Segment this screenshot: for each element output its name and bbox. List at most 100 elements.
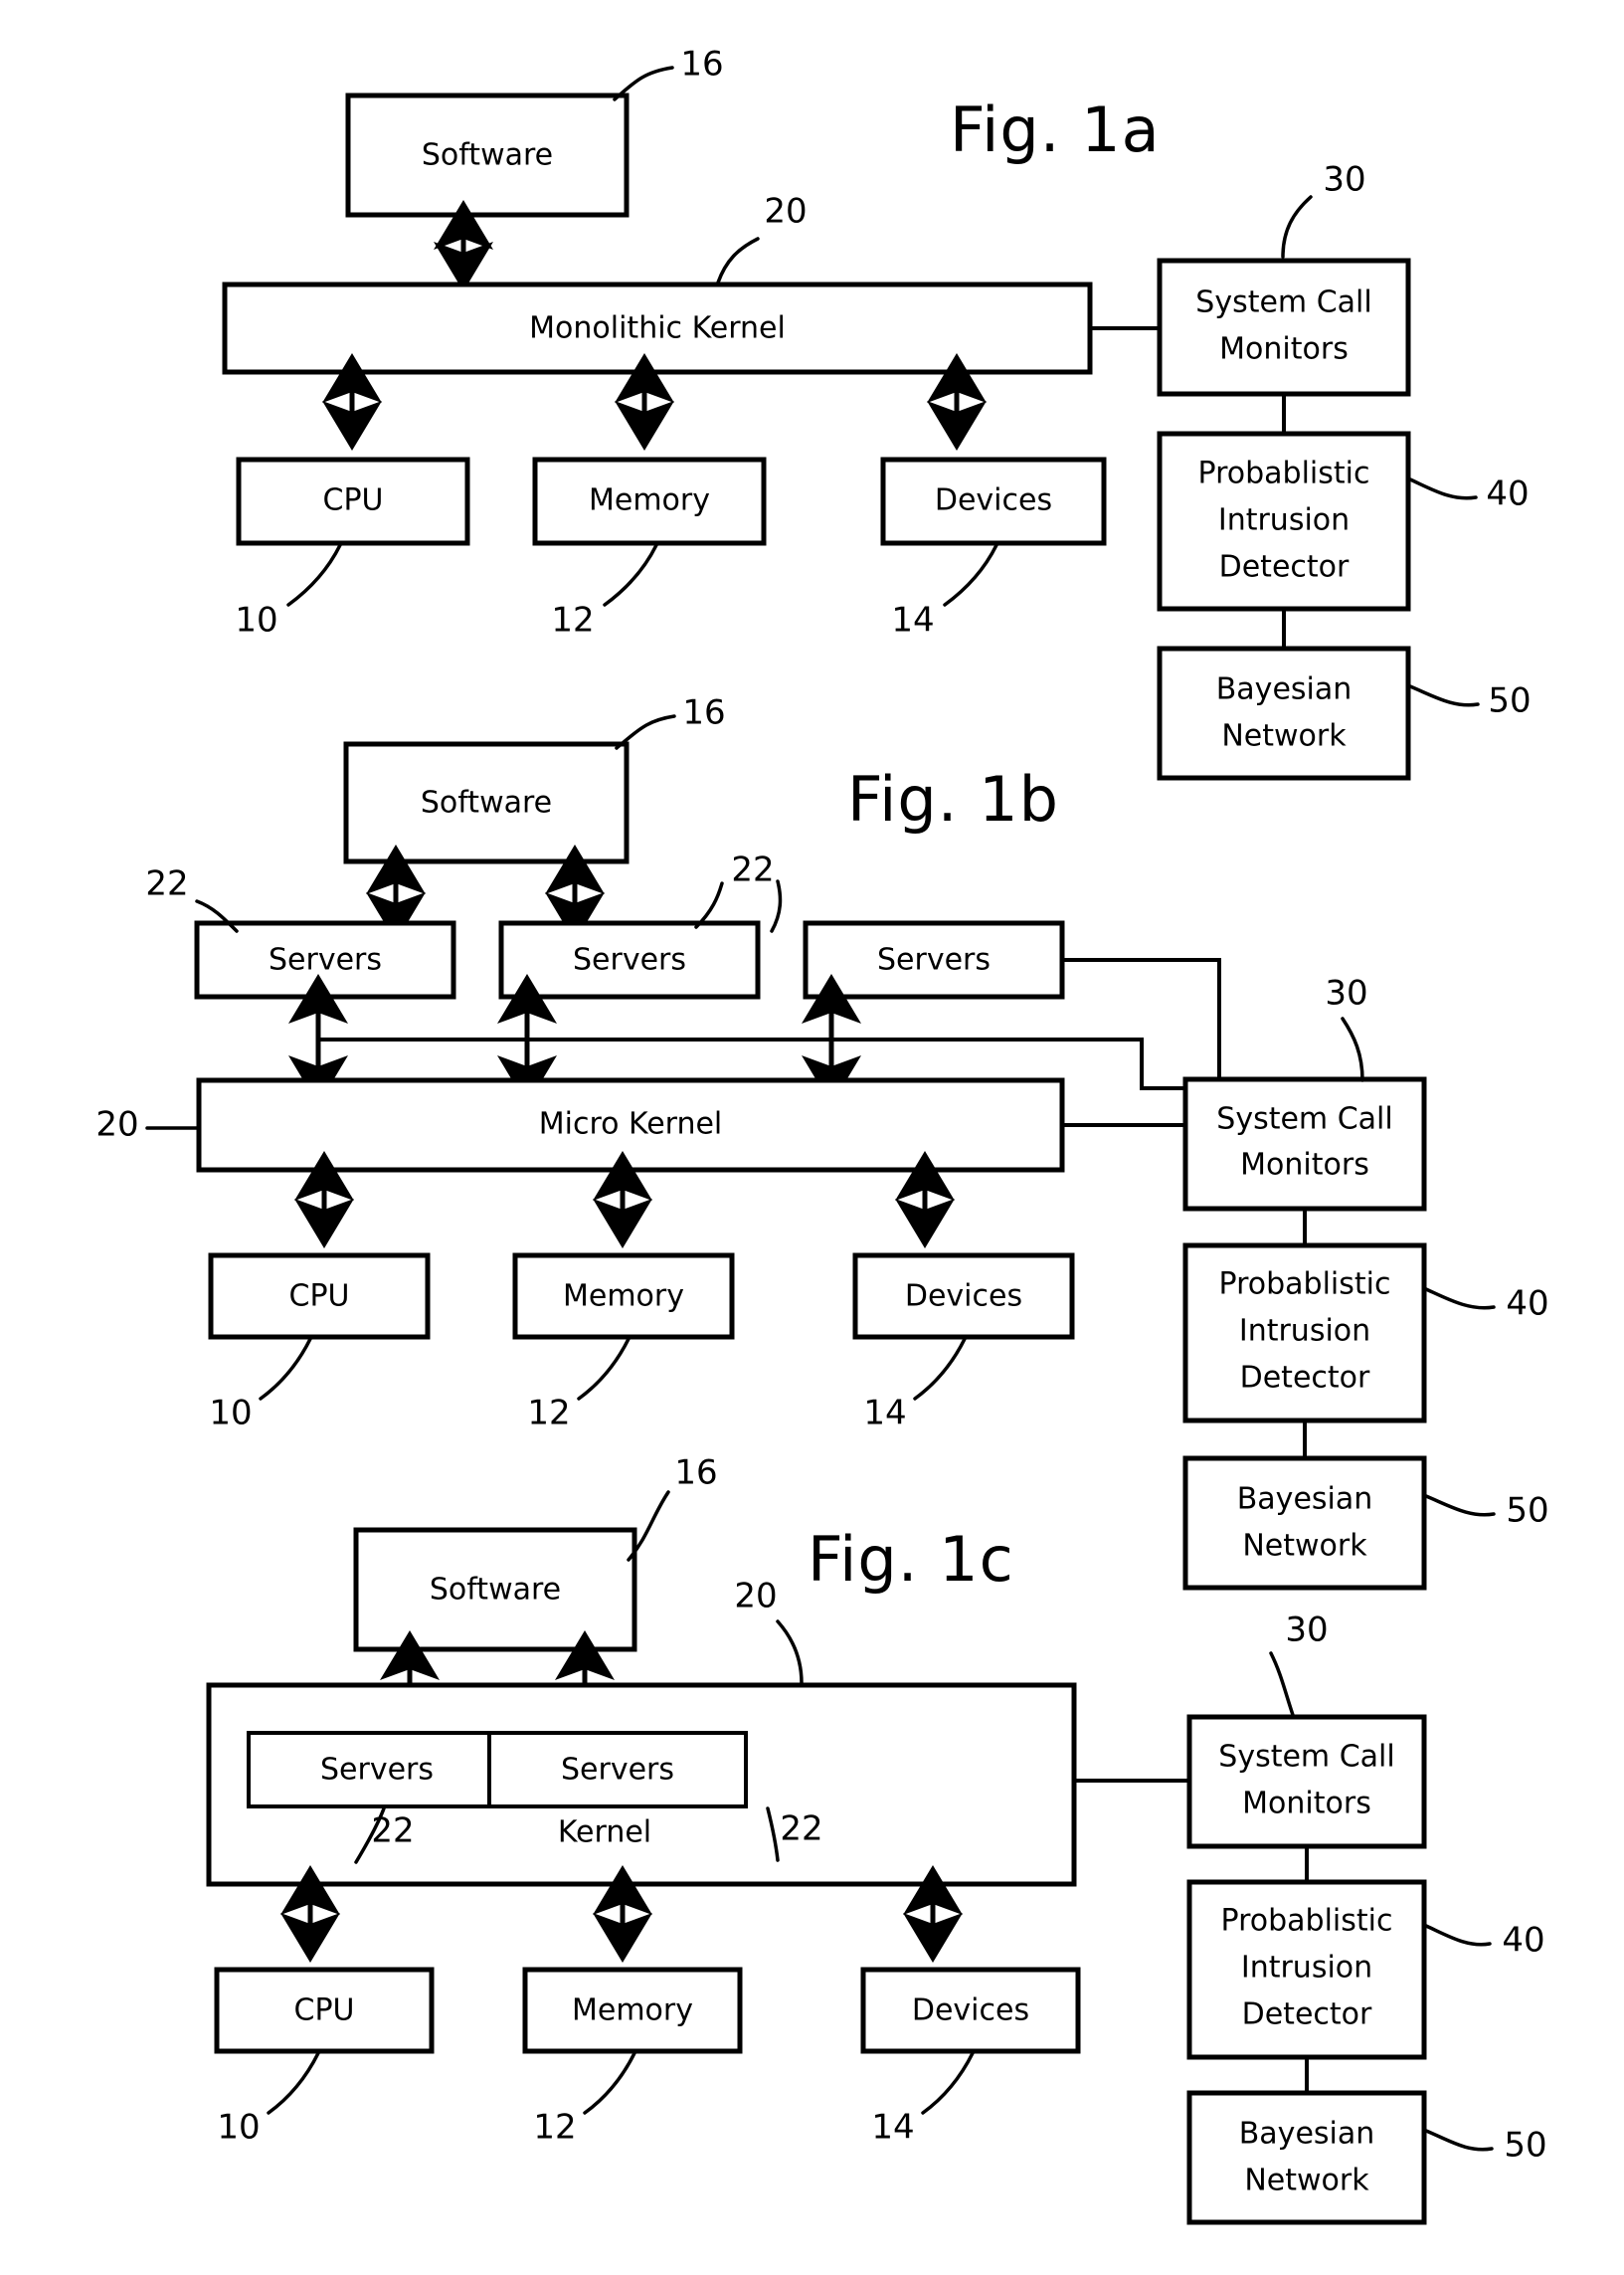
fig-1b-pid-label-line2: Intrusion [1239,1314,1370,1349]
fig-1c-servers-2-label: Servers [561,1753,674,1788]
fig-1b-system-call-monitors-box [1182,1076,1427,1212]
fig-1c-scm-label-line2: Monitors [1242,1787,1371,1821]
fig-1a-software-label: Software [422,138,553,173]
fig-1b-software-label: Software [421,786,552,821]
fig-1b-scm-label-line1: System Call [1216,1102,1392,1137]
fig-1b-memory-ref: 12 [527,1394,570,1433]
fig-1b-pid-ref: 40 [1506,1284,1548,1324]
fig-1a-kernel-leader [716,237,760,284]
fig-1b-bn-leader [1424,1494,1496,1517]
fig-1c-servers-1-label: Servers [320,1753,434,1788]
fig-1b-cpu-label: CPU [289,1279,350,1314]
fig-1b-pid-label-line3: Detector [1240,1361,1370,1396]
fig-1c-memory-leader [583,2051,636,2115]
fig-1c-devices-label: Devices [912,1993,1029,2028]
fig-1b-servers-1-ref: 22 [145,864,188,904]
fig-1a-devices-ref: 14 [891,601,934,641]
fig-1b-software-ref: 16 [682,693,725,733]
fig-1c-scm-ref: 30 [1285,1611,1328,1650]
fig-1b-bn-ref: 50 [1506,1491,1548,1531]
fig-1b-servers-2-label: Servers [573,943,686,978]
fig-1a-bayesian-network-box [1157,646,1411,781]
fig-1a-scm-label-line1: System Call [1195,285,1371,320]
fig-1c-pid-leader [1424,1924,1492,1947]
fig-1c-devices-ref: 14 [871,2108,914,2148]
fig-1a-pid-leader [1408,477,1478,500]
fig-1a-bn-label-line2: Network [1221,719,1347,754]
fig-1a-bn-leader [1408,684,1480,707]
fig-1c-software-label: Software [430,1573,561,1608]
fig-1b-devices-label: Devices [905,1279,1022,1314]
fig-1c-memory-ref: 12 [533,2108,576,2148]
fig-1c-cpu-label: CPU [294,1993,355,2028]
fig-1c-pid-label-line3: Detector [1242,1997,1372,2032]
fig-1c-bayesian-network-box [1186,2090,1427,2225]
fig-1c-bn-label-line1: Bayesian [1239,2117,1375,2152]
fig-1a-pid-label-line1: Probablistic [1198,457,1370,491]
fig-1c-servers-1-ref: 22 [371,1811,414,1851]
fig-1a-monolithic-kernel-label: Monolithic Kernel [529,311,786,346]
fig-1b-servers-2-ref: 22 [731,851,774,890]
fig-1b-bayesian-network-box [1182,1455,1427,1591]
fig-1c-bn-ref: 50 [1504,2126,1546,2166]
fig-1c-kernel-leader [776,1619,804,1685]
fig-1b-cpu-ref: 10 [209,1394,252,1433]
fig-1b-pid-leader [1424,1287,1496,1310]
fig-1b-title: Fig. 1b [847,763,1059,836]
fig-1a-pid-label-line2: Intrusion [1218,503,1350,538]
fig-1b-servers-1-label: Servers [269,943,382,978]
fig-1c-title: Fig. 1c [808,1523,1014,1596]
fig-1c-cpu-ref: 10 [217,2108,260,2148]
fig-1c-system-call-monitors-box [1186,1714,1427,1849]
fig-1b-micro-kernel-label: Micro Kernel [539,1107,723,1142]
patent-figure-sheet: Fig. 1a Software 16 Monolithic Kernel 20… [0,0,1624,2275]
fig-1a-title: Fig. 1a [950,94,1161,166]
fig-1c-memory-label: Memory [572,1993,693,2028]
fig-1b-scm-ref: 30 [1325,974,1367,1014]
fig-1b: Fig. 1b Software 16 Servers 22 Servers 2… [95,693,1549,1591]
fig-1a-scm-label-line2: Monitors [1219,332,1349,367]
fig-1b-bn-label-line2: Network [1242,1529,1367,1564]
fig-1c-kernel-ref: 20 [734,1577,777,1616]
fig-1a: Fig. 1a Software 16 Monolithic Kernel 20… [222,45,1532,781]
fig-1c-cpu-leader [267,2051,320,2115]
fig-1a-memory-leader [603,543,658,607]
fig-1b-servers-3-label: Servers [877,943,991,978]
fig-1c-kernel-label: Kernel [558,1815,651,1850]
fig-1c-devices-leader [921,2051,975,2115]
fig-1c-software-leader [627,1490,670,1562]
fig-1a-system-call-monitors-box [1157,258,1411,397]
fig-1a-software-ref: 16 [680,45,723,85]
fig-1a-memory-ref: 12 [551,601,594,641]
fig-1b-memory-label: Memory [563,1279,684,1314]
fig-1c-scm-leader [1269,1651,1295,1717]
fig-1c-servers-2-ref: 22 [780,1809,822,1849]
fig-1a-cpu-ref: 10 [235,601,277,641]
fig-1a-scm-ref: 30 [1323,160,1365,200]
fig-1c-pid-ref: 40 [1502,1921,1544,1961]
fig-1c-software-ref: 16 [674,1453,717,1493]
fig-1a-pid-ref: 40 [1486,474,1529,514]
figure-canvas: Fig. 1a Software 16 Monolithic Kernel 20… [95,45,1549,2225]
fig-1a-cpu-leader [286,543,342,607]
fig-1c-bn-label-line2: Network [1244,2164,1369,2198]
fig-1b-devices-leader [913,1337,967,1401]
fig-1b-memory-leader [577,1337,631,1401]
fig-1b-scm-label-line2: Monitors [1240,1148,1369,1183]
fig-1b-micro-kernel-ref: 20 [95,1105,138,1145]
fig-1a-bn-label-line1: Bayesian [1216,672,1353,707]
fig-1c-scm-label-line1: System Call [1218,1740,1394,1775]
fig-1a-cpu-label: CPU [323,483,384,518]
fig-1c-bn-leader [1424,2129,1494,2152]
fig-1a-devices-label: Devices [935,483,1052,518]
fig-1b-pid-label-line1: Probablistic [1219,1267,1391,1302]
fig-1a-pid-label-line3: Detector [1219,550,1350,585]
fig-1a-scm-leader [1281,195,1313,259]
fig-1b-bn-label-line1: Bayesian [1237,1482,1373,1517]
fig-1c-pid-label-line1: Probablistic [1221,1904,1393,1939]
fig-1a-bn-ref: 50 [1488,681,1531,721]
fig-1c-pid-label-line2: Intrusion [1241,1951,1372,1986]
fig-1b-servers-2-leader-a [694,881,724,929]
fig-1a-devices-leader [943,543,998,607]
fig-1a-kernel-ref: 20 [764,192,807,232]
